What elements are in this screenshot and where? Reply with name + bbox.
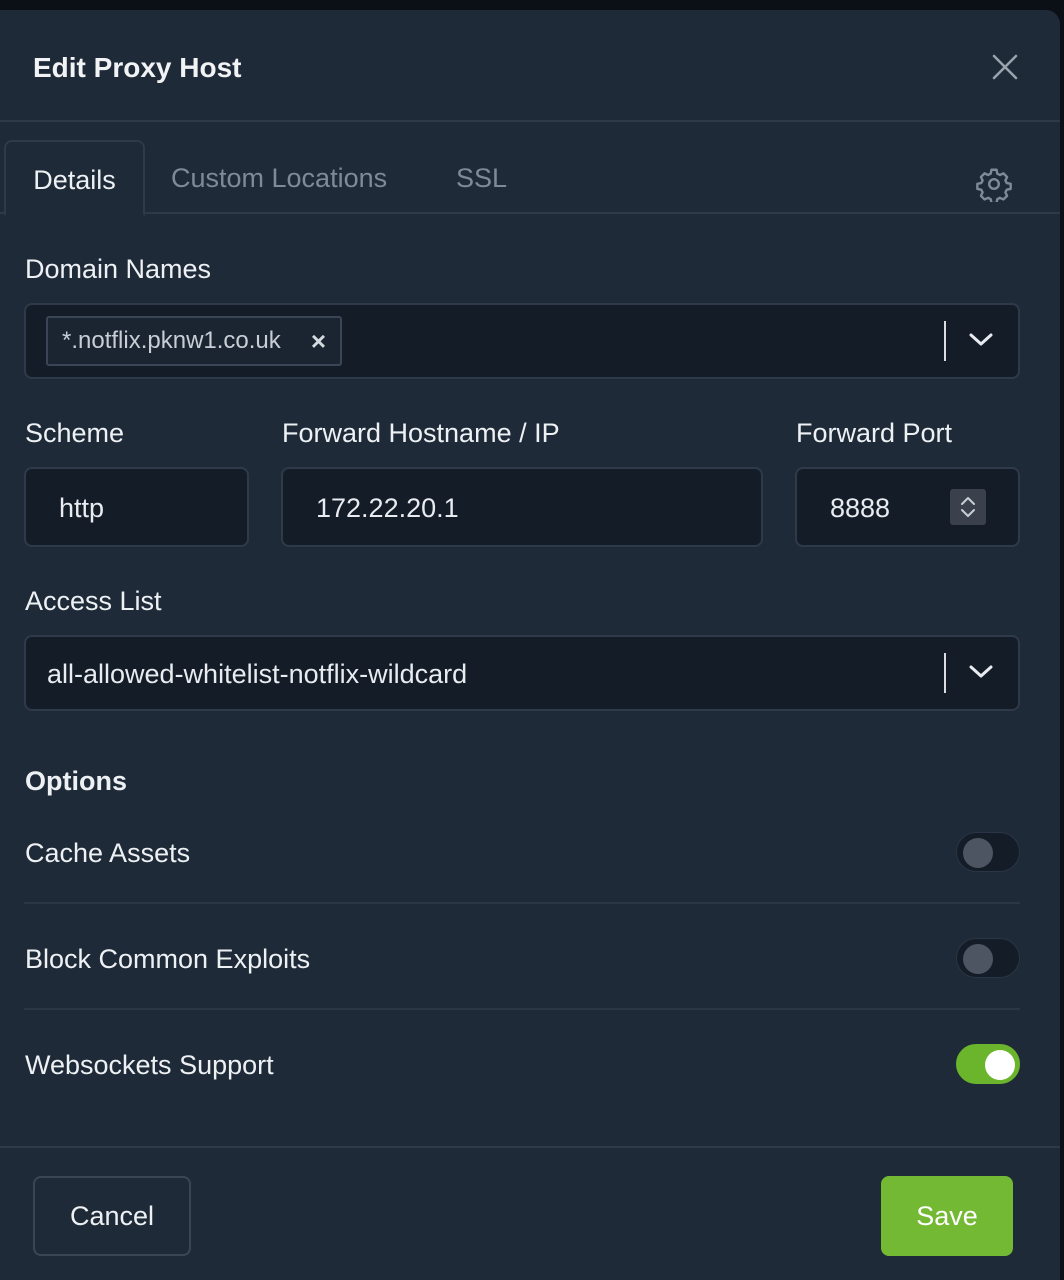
option-divider <box>24 902 1020 904</box>
forward-hostname-input[interactable]: 172.22.20.1 <box>281 467 763 547</box>
toggle-knob <box>963 944 993 974</box>
chevron-down-icon[interactable] <box>968 663 994 681</box>
tab-details[interactable]: Details <box>4 140 145 216</box>
select-separator <box>944 321 946 361</box>
domain-chip-text: *.notflix.pknw1.co.uk <box>62 327 281 354</box>
tab-ssl[interactable]: SSL <box>456 140 507 216</box>
cancel-button[interactable]: Cancel <box>33 1176 191 1256</box>
scheme-value: http <box>59 493 105 523</box>
remove-chip-icon[interactable]: × <box>311 318 326 364</box>
forward-hostname-value: 172.22.20.1 <box>316 493 459 523</box>
dialog-header: Edit Proxy Host <box>0 10 1060 122</box>
domain-chip: *.notflix.pknw1.co.uk × <box>46 316 342 366</box>
options-heading: Options <box>25 766 127 796</box>
websockets-toggle[interactable] <box>956 1044 1020 1084</box>
block-exploits-label: Block Common Exploits <box>25 944 311 974</box>
access-list-value: all-allowed-whitelist-notflix-wildcard <box>47 659 468 689</box>
access-list-select[interactable]: all-allowed-whitelist-notflix-wildcard <box>24 635 1020 711</box>
forward-port-input[interactable]: 8888 <box>795 467 1020 547</box>
forward-port-value: 8888 <box>830 493 891 523</box>
scheme-label: Scheme <box>25 418 125 448</box>
forward-hostname-label: Forward Hostname / IP <box>282 418 560 448</box>
cache-assets-label: Cache Assets <box>25 838 191 868</box>
dialog-title: Edit Proxy Host <box>33 52 242 83</box>
access-list-label: Access List <box>25 586 162 616</box>
tab-bar: Details Custom Locations SSL <box>0 124 1060 216</box>
forward-port-label: Forward Port <box>796 418 953 448</box>
select-separator <box>944 653 946 693</box>
gear-icon[interactable] <box>976 166 1012 205</box>
scheme-field[interactable]: http <box>24 467 249 547</box>
close-icon[interactable] <box>990 52 1020 82</box>
chevron-down-icon[interactable] <box>968 331 994 349</box>
port-stepper[interactable] <box>950 489 986 525</box>
edit-proxy-host-dialog: Edit Proxy Host Details Custom Locations… <box>0 10 1060 1280</box>
tab-custom-locations[interactable]: Custom Locations <box>171 140 387 216</box>
domain-names-select[interactable]: *.notflix.pknw1.co.uk × <box>24 303 1020 379</box>
save-button[interactable]: Save <box>881 1176 1013 1256</box>
option-divider <box>24 1008 1020 1010</box>
block-exploits-toggle[interactable] <box>956 938 1020 978</box>
footer-divider <box>0 1146 1060 1148</box>
cache-assets-toggle[interactable] <box>956 832 1020 872</box>
toggle-knob <box>985 1050 1015 1080</box>
toggle-knob <box>963 838 993 868</box>
domain-names-label: Domain Names <box>25 254 212 284</box>
websockets-label: Websockets Support <box>25 1050 274 1080</box>
